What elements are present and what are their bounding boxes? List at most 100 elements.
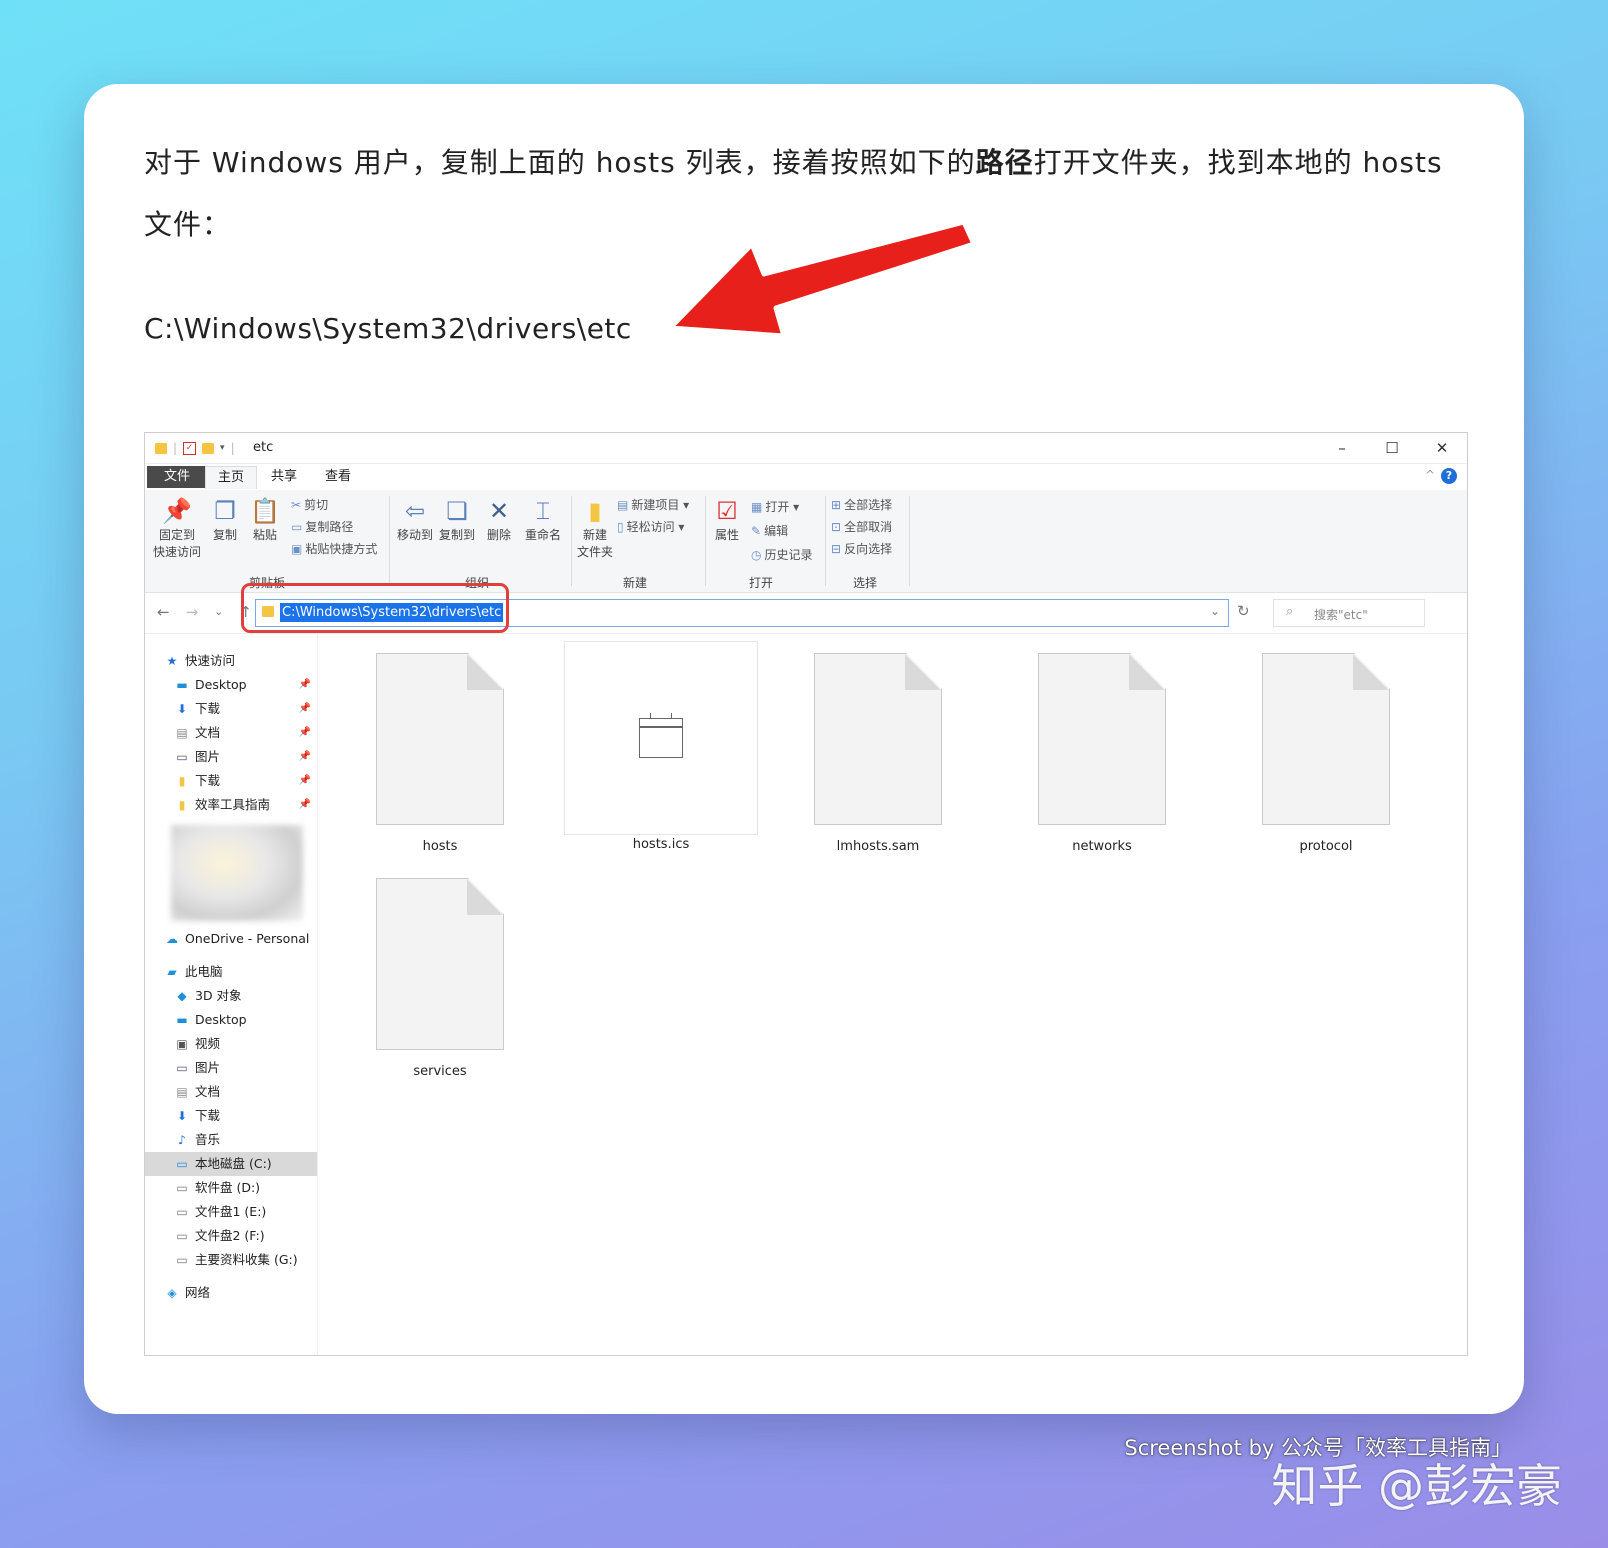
drive-icon: ▭ xyxy=(176,1157,188,1171)
drive-icon: ▭ xyxy=(176,1253,188,1267)
ribbon-tabs: 文件 主页 共享 查看 ^ ? xyxy=(145,464,1467,490)
picture-icon: ▭ xyxy=(176,750,188,764)
search-icon: ⌕ xyxy=(1286,604,1294,619)
history-button[interactable]: ◷ 历史记录 xyxy=(751,546,813,563)
document-icon: ▤ xyxy=(176,1085,188,1099)
properties-check-icon: ☑ xyxy=(716,497,738,525)
back-arrow-icon[interactable]: ← xyxy=(157,603,170,621)
pin-icon: 📌 xyxy=(298,799,311,810)
sidebar-this-pc[interactable]: ▰ 此电脑 xyxy=(165,960,317,984)
sidebar-item-pictures[interactable]: ▭ 图片 📌 xyxy=(175,745,317,769)
sidebar-onedrive[interactable]: ☁ OneDrive - Personal xyxy=(165,927,317,951)
forward-arrow-icon[interactable]: → xyxy=(186,603,199,621)
tab-home[interactable]: 主页 xyxy=(205,466,258,489)
minimize-button[interactable]: – xyxy=(1317,433,1367,463)
selected-file-frame xyxy=(564,641,758,835)
sidebar-item-pc-desktop[interactable]: ▬ Desktop xyxy=(175,1008,317,1032)
address-chevron-down-icon[interactable]: ⌄ xyxy=(1210,604,1220,618)
copy-path-button[interactable]: ▭ 复制路径 xyxy=(291,518,353,535)
file-item[interactable]: lmhosts.sam xyxy=(783,653,973,854)
select-all-button[interactable]: ⊞ 全部选择 xyxy=(831,496,892,513)
sidebar-item-drive-d[interactable]: ▭ 软件盘 (D:) xyxy=(175,1176,317,1200)
sidebar-item-music[interactable]: ♪ 音乐 xyxy=(175,1128,317,1152)
recent-chevron-down-icon[interactable]: ⌄ xyxy=(214,603,223,621)
properties-button[interactable]: ☑ 属性 xyxy=(709,496,745,543)
sidebar-item-efficiency[interactable]: ▮ 效率工具指南 📌 xyxy=(175,793,317,817)
download-arrow-icon: ⬇ xyxy=(176,1109,188,1123)
cut-button[interactable]: ✂ 剪切 xyxy=(291,496,328,513)
properties-check-icon[interactable]: ✓ xyxy=(183,441,197,455)
red-arrow-icon xyxy=(667,219,977,334)
search-input[interactable]: ⌕ 搜索"etc" xyxy=(1273,599,1425,627)
copy-path-icon: ▭ xyxy=(291,520,303,534)
move-to-button[interactable]: ⇦ 移动到 xyxy=(395,496,435,543)
sidebar-item-desktop[interactable]: ▬ Desktop 📌 xyxy=(175,673,317,697)
copy-to-button[interactable]: ❏ 复制到 xyxy=(437,496,477,543)
star-icon: ★ xyxy=(166,654,178,668)
file-name: hosts xyxy=(422,839,458,854)
group-select-label: 选择 xyxy=(853,576,878,590)
invert-selection-button[interactable]: ⊟ 反向选择 xyxy=(831,540,892,557)
paste-button[interactable]: 📋 粘贴 xyxy=(247,496,283,543)
sidebar-quick-access[interactable]: ★ 快速访问 xyxy=(165,649,317,673)
file-item[interactable]: services xyxy=(345,878,535,1079)
document-file-icon xyxy=(376,653,504,825)
sidebar-item-3d-objects[interactable]: ◆ 3D 对象 xyxy=(175,984,317,1008)
file-name: lmhosts.sam xyxy=(836,839,920,854)
title-bar: | ✓ ▾ | etc – ☐ ✕ xyxy=(145,433,1467,464)
file-item[interactable]: networks xyxy=(1007,653,1197,854)
select-none-button[interactable]: ⊡ 全部取消 xyxy=(831,518,892,535)
copy-to-icon: ❏ xyxy=(446,497,468,525)
folder-icon: ▮ xyxy=(178,798,186,812)
new-folder-icon[interactable] xyxy=(202,442,215,454)
sidebar-network[interactable]: ◈ 网络 xyxy=(165,1281,317,1305)
sidebar-item-drive-f[interactable]: ▭ 文件盘2 (F:) xyxy=(175,1224,317,1248)
maximize-button[interactable]: ☐ xyxy=(1367,433,1417,463)
collapse-ribbon-icon[interactable]: ^ xyxy=(1425,468,1435,482)
sidebar-item-videos[interactable]: ▣ 视频 xyxy=(175,1032,317,1056)
sidebar-item-downloads-folder[interactable]: ▮ 下载 📌 xyxy=(175,769,317,793)
edit-button[interactable]: ✎ 编辑 xyxy=(751,522,788,539)
file-item[interactable]: protocol xyxy=(1231,653,1421,854)
sidebar-item-drive-g[interactable]: ▭ 主要资料收集 (G:) xyxy=(175,1248,317,1272)
customize-dropdown-icon[interactable]: ▾ xyxy=(220,443,225,453)
sidebar-item-drive-c[interactable]: ▭ 本地磁盘 (C:) xyxy=(145,1152,317,1176)
sidebar-item-downloads[interactable]: ⬇ 下载 📌 xyxy=(175,697,317,721)
sidebar-item-drive-e[interactable]: ▭ 文件盘1 (E:) xyxy=(175,1200,317,1224)
tab-view[interactable]: 查看 xyxy=(313,466,363,488)
rename-button[interactable]: ⌶ 重命名 xyxy=(521,496,565,543)
copy-button[interactable]: ❐ 复制 xyxy=(207,496,243,543)
blurred-thumbnail xyxy=(171,825,303,921)
sidebar-item-pc-pictures[interactable]: ▭ 图片 xyxy=(175,1056,317,1080)
tab-file[interactable]: 文件 xyxy=(147,466,207,488)
cloud-icon: ☁ xyxy=(166,932,178,946)
close-button[interactable]: ✕ xyxy=(1417,433,1467,463)
open-icon: ▦ xyxy=(751,500,763,514)
tab-share[interactable]: 共享 xyxy=(259,466,309,488)
new-folder-button[interactable]: ▮ 新建 文件夹 xyxy=(573,496,617,560)
computer-icon: ▰ xyxy=(167,965,177,979)
sidebar-item-pc-documents[interactable]: ▤ 文档 xyxy=(175,1080,317,1104)
drive-icon: ▭ xyxy=(176,1205,188,1219)
refresh-icon[interactable]: ↻ xyxy=(1237,602,1250,620)
sidebar-item-pc-downloads[interactable]: ⬇ 下载 xyxy=(175,1104,317,1128)
select-all-icon: ⊞ xyxy=(831,498,842,512)
delete-button[interactable]: ✕ 删除 xyxy=(481,496,517,543)
window-controls: – ☐ ✕ xyxy=(1317,433,1467,463)
pin-quick-access-button[interactable]: 📌 固定到 快速访问 xyxy=(151,496,203,560)
file-view: hosts hosts.ics lmhosts.sam networks pro… xyxy=(317,633,1467,1355)
rename-icon: ⌶ xyxy=(535,497,551,525)
new-item-button[interactable]: ▤ 新建项目 ▾ xyxy=(617,496,689,513)
file-item[interactable]: hosts.ics xyxy=(561,641,761,852)
ribbon-home: 📌 固定到 快速访问 ❐ 复制 📋 粘贴 ✂ 剪切 ▭ 复制路径 ▣ 粘贴快捷方式 剪… xyxy=(145,490,1467,593)
sidebar-item-documents[interactable]: ▤ 文档 📌 xyxy=(175,721,317,745)
help-icon[interactable]: ? xyxy=(1441,468,1457,484)
file-item[interactable]: hosts xyxy=(345,653,535,854)
document-icon: ▤ xyxy=(176,726,188,740)
paste-shortcut-button[interactable]: ▣ 粘贴快捷方式 xyxy=(291,540,377,557)
pin-icon: 📌 xyxy=(298,775,311,786)
search-placeholder: 搜索"etc" xyxy=(1314,608,1368,622)
quick-access-toolbar: | ✓ ▾ | xyxy=(155,441,235,455)
easy-access-button[interactable]: ▯ 轻松访问 ▾ xyxy=(617,518,684,535)
open-button[interactable]: ▦ 打开 ▾ xyxy=(751,498,799,515)
